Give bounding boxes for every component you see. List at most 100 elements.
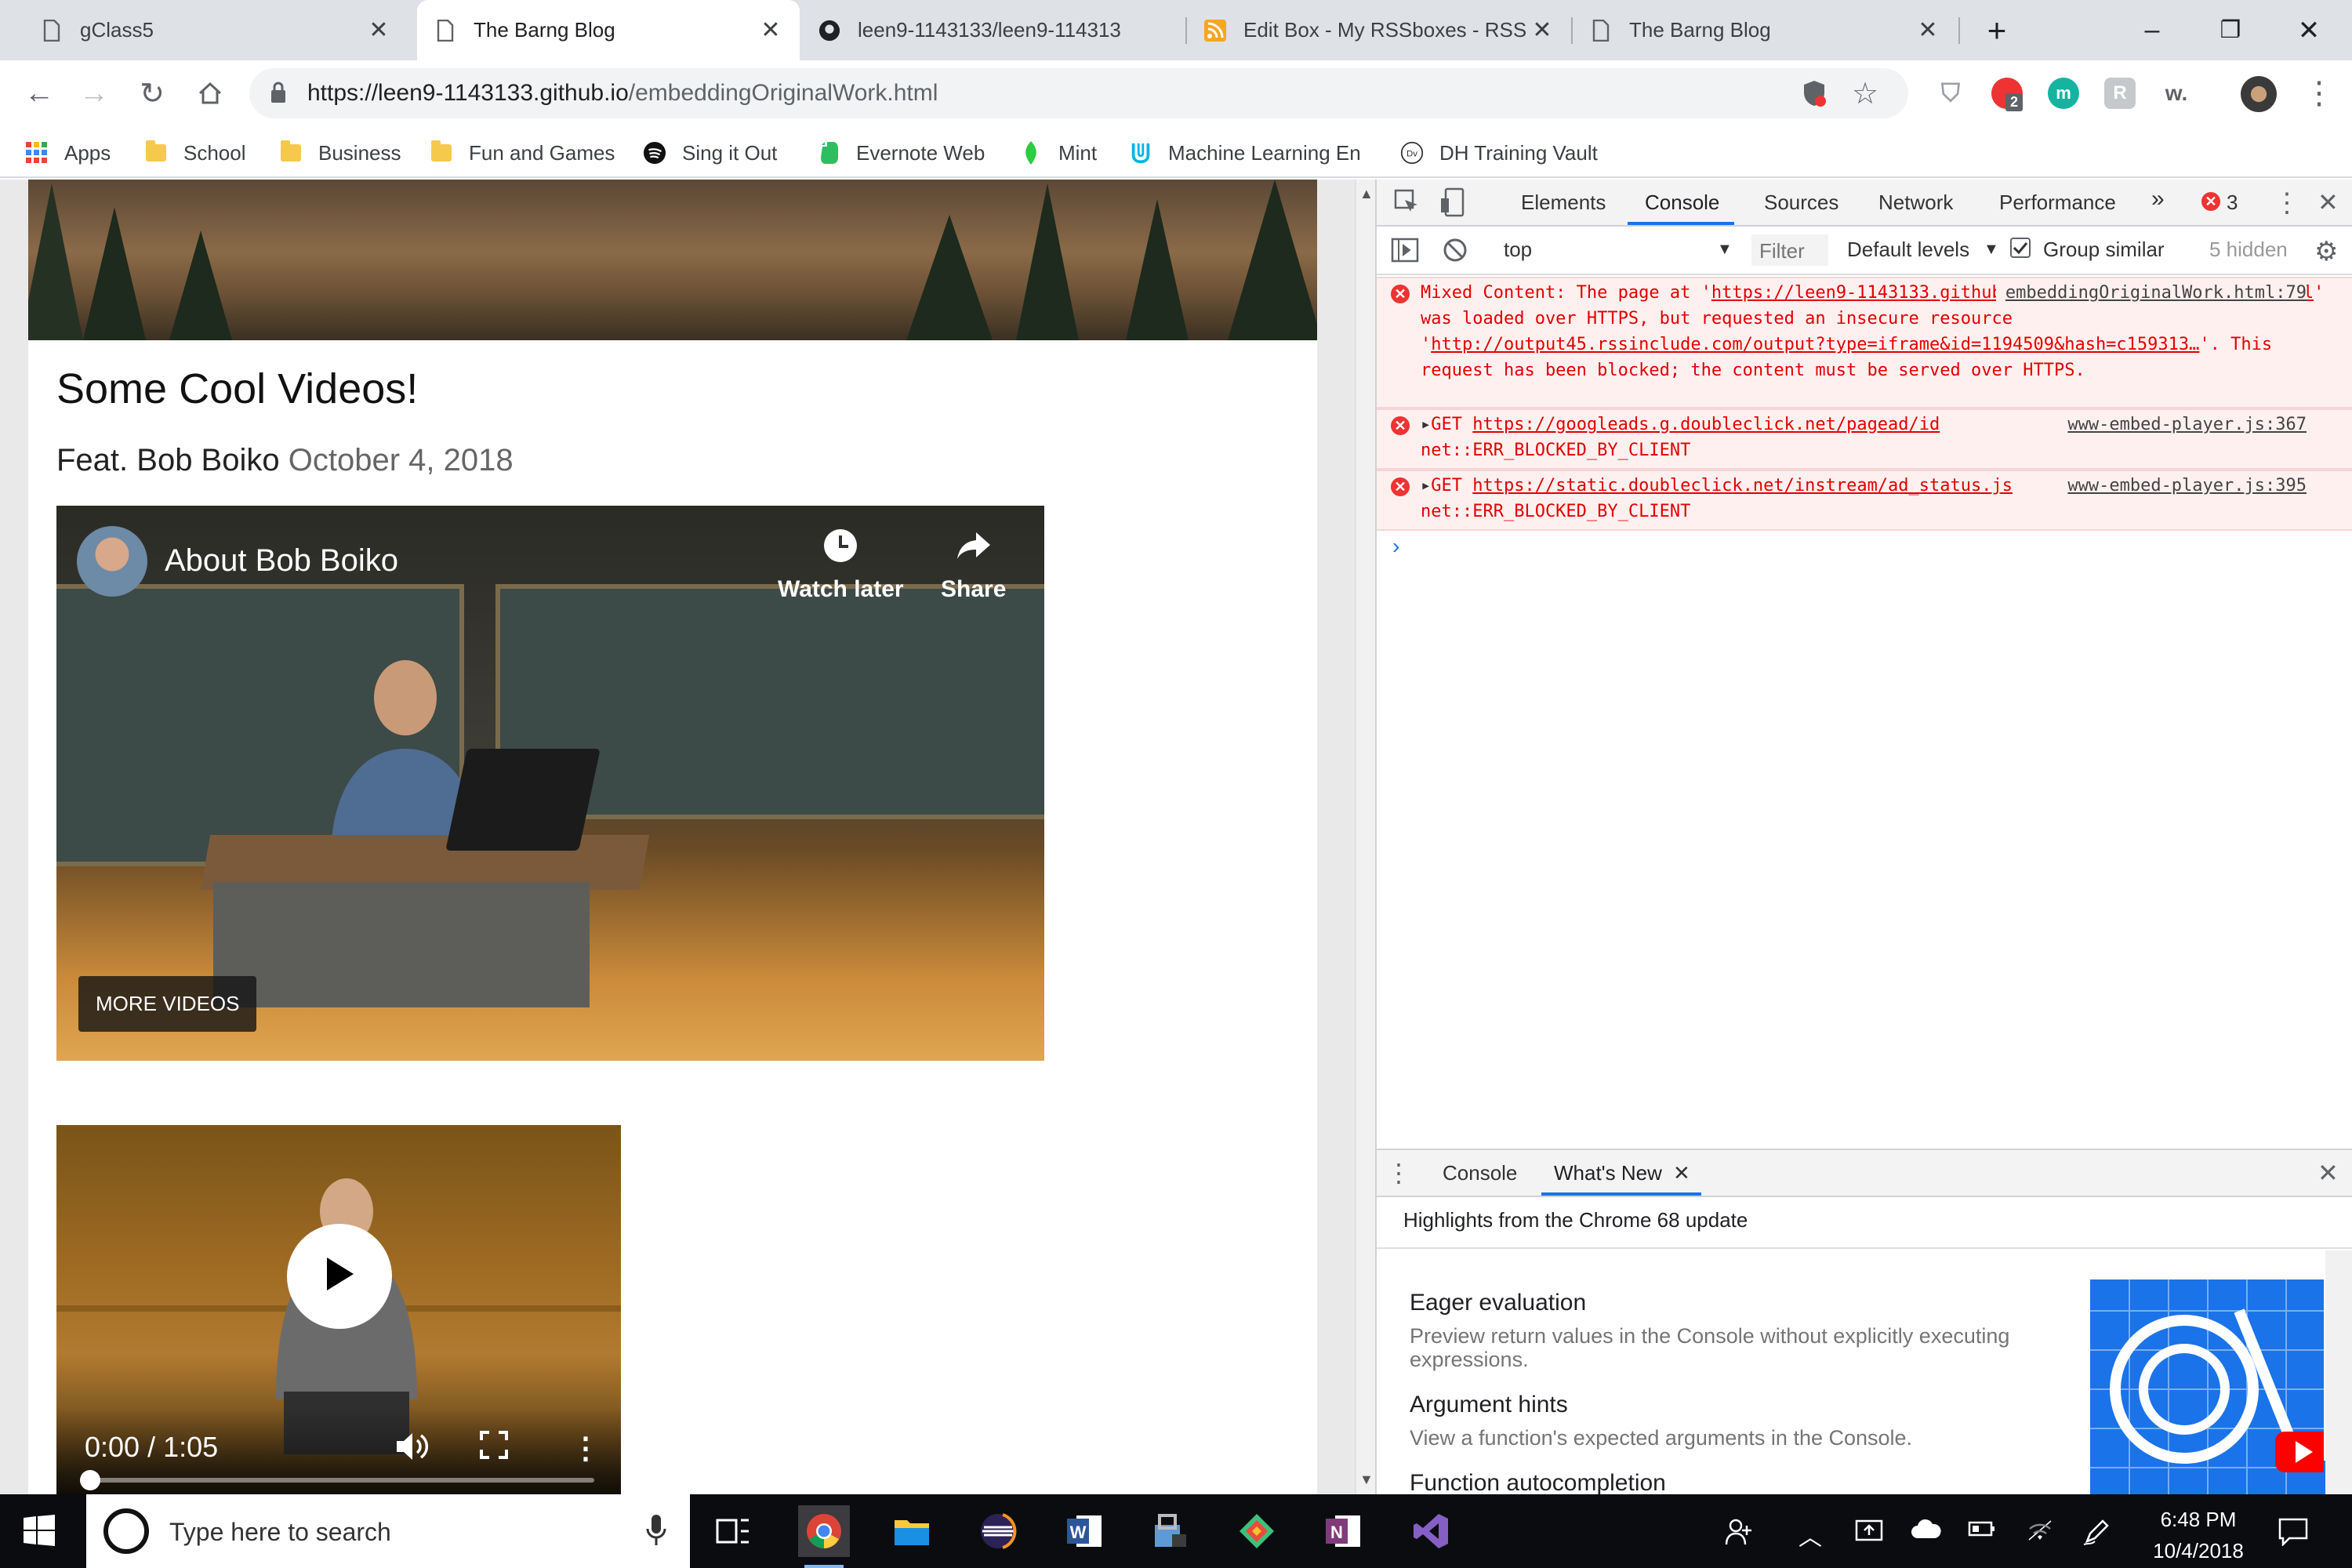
back-arrow-icon[interactable]: ← [17,71,61,115]
tab-barng-blog-active[interactable]: The Barng Blog ✕ [417,0,800,60]
scroll-down-icon[interactable]: ▼ [1359,1472,1374,1488]
bookmark-fun-and-games[interactable]: Fun and Games [430,137,615,169]
bookmark-star-icon[interactable]: ☆ [1852,76,1878,111]
restore-button[interactable]: ❐ [2195,0,2266,60]
devtools-tab-console[interactable]: Console [1645,191,1719,215]
avatar[interactable] [2241,76,2277,112]
context-selector[interactable]: top [1504,238,1532,262]
cortana-icon[interactable] [102,1507,151,1561]
log-levels-dropdown[interactable]: Default levels [1847,238,1969,262]
shield-extension-icon[interactable]: ⛉ [1935,78,1966,109]
chrome-taskbar-icon[interactable] [798,1505,850,1568]
watch-later-button[interactable]: Watch later [778,528,904,603]
settings-gear-icon[interactable]: ⚙ [2314,236,2338,267]
chevron-up-icon[interactable]: ︿ [1798,1518,1822,1552]
devtools-tab-network[interactable]: Network [1878,191,1953,215]
onenote-icon[interactable]: N [1317,1505,1369,1557]
source-link[interactable]: www-embed-player.js:395 [2058,473,2307,499]
taskbar-search[interactable]: Type here to search [86,1494,690,1568]
notification-center-icon[interactable] [2278,1518,2308,1552]
fullscreen-icon[interactable] [480,1431,508,1467]
error-count[interactable]: 3 [2227,191,2238,215]
tab-rssboxes[interactable]: Edit Box - My RSSboxes - RSS ✕ [1187,0,1571,60]
taskbar-clock[interactable]: 6:48 PM 10/4/2018 [2120,1504,2277,1566]
feature-title[interactable]: Argument hints [1410,1392,1568,1418]
more-videos-button[interactable]: MORE VIDEOS [78,976,257,1032]
people-icon[interactable] [1725,1518,1755,1552]
drawer-tab-console[interactable]: Console [1443,1161,1517,1185]
chevron-down-icon[interactable]: ▼ [1984,241,1999,259]
windows-start-icon[interactable] [24,1515,55,1552]
snipping-lock-icon[interactable] [1145,1505,1196,1557]
new-tab-button[interactable]: + [1962,0,2032,60]
address-bar[interactable]: https://leen9-1143133.github.io/embeddin… [249,68,1908,118]
eclipse-icon[interactable] [972,1505,1024,1557]
drawer-menu-kebab-icon[interactable]: ⋮ [1386,1158,1411,1188]
reload-icon[interactable]: ↻ [130,71,174,115]
gitkraken-icon[interactable] [1231,1505,1283,1557]
video-player[interactable]: 0:00 / 1:05 ⋮ [56,1125,621,1494]
device-toolbar-icon[interactable] [1439,187,1466,223]
video-title[interactable]: About Bob Boiko [165,543,398,579]
devtools-tab-sources[interactable]: Sources [1764,191,1838,215]
progress-thumb[interactable] [80,1470,100,1490]
task-view-icon[interactable] [707,1505,759,1557]
close-icon[interactable]: ✕ [759,16,782,44]
chevron-down-icon[interactable]: ▼ [1717,241,1733,259]
source-link[interactable]: www-embed-player.js:367 [2058,412,2307,437]
file-explorer-icon[interactable] [886,1505,938,1557]
console-filter-input[interactable]: Filter [1751,234,1828,266]
drawer-scrollbar[interactable] [2325,1250,2352,1496]
close-icon[interactable]: ✕ [1673,1161,1690,1185]
devtools-menu-kebab-icon[interactable]: ⋮ [2274,187,2300,219]
close-icon[interactable]: ✕ [1530,16,1554,44]
channel-avatar[interactable] [77,526,147,597]
message-text[interactable]: ▸GET https://static.doubleclick.net/inst… [1421,473,2016,524]
tab-github[interactable]: leen9-1143133/leen9-114313 [801,0,1185,60]
pen-ink-icon[interactable] [2082,1518,2111,1552]
volume-icon[interactable] [395,1431,430,1470]
bookmark-sing-it-out[interactable]: Sing it Out [643,137,777,169]
tab-barng-blog-2[interactable]: The Barng Blog ✕ [1573,0,1957,60]
sidebar-toggle-icon[interactable] [1391,238,1419,269]
close-devtools-icon[interactable]: ✕ [2318,187,2339,217]
more-tabs-chevron-icon[interactable]: » [2151,186,2165,212]
feature-title[interactable]: Eager evaluation [1410,1290,1586,1316]
bookmark-evernote[interactable]: Evernote Web [817,137,985,169]
bookmark-dh-training-vault[interactable]: Dv DH Training Vault [1400,137,1598,169]
blocked-shield-icon[interactable] [1802,79,1827,113]
bookmark-apps[interactable]: Apps [25,137,111,169]
close-drawer-icon[interactable]: ✕ [2318,1158,2339,1188]
home-icon[interactable] [188,71,232,115]
microphone-icon[interactable] [646,1513,666,1553]
extension-red-icon[interactable]: 2 [1991,78,2024,111]
error-icon[interactable]: ✕ [2201,192,2220,211]
group-similar-checkbox[interactable] [2010,238,2031,263]
clear-console-icon[interactable] [1443,238,1468,269]
close-icon[interactable]: ✕ [367,16,390,44]
word-icon[interactable]: W [1058,1505,1110,1557]
drawer-tab-whats-new[interactable]: What's New [1554,1161,1662,1185]
wikiwand-icon[interactable]: w. [2161,78,2192,109]
scroll-up-icon[interactable]: ▲ [1359,186,1374,202]
devtools-tab-elements[interactable]: Elements [1521,191,1606,215]
bookmark-school[interactable]: School [144,137,246,169]
devtools-tab-performance[interactable]: Performance [1999,191,2116,215]
play-button[interactable] [287,1224,392,1329]
console-prompt-icon[interactable]: › [1392,534,1399,559]
visual-studio-icon[interactable] [1405,1505,1457,1557]
bookmark-business[interactable]: Business [279,137,401,169]
battery-icon[interactable] [1968,1518,1996,1544]
youtube-embed[interactable]: About Bob Boiko Watch later Share MORE V… [56,506,1044,1061]
insecure-resource-link[interactable]: http://output45.rssinclude.com/output?ty… [1431,335,2199,354]
feature-title[interactable]: Function autocompletion [1410,1470,1666,1497]
source-link[interactable]: embeddingOriginalWork.html:79 [1995,280,2307,306]
page-scrollbar[interactable]: ▲ ▼ [1355,180,1375,1494]
onedrive-cloud-icon[interactable] [1910,1518,1941,1546]
inspect-element-icon[interactable] [1394,189,1421,222]
bookmark-machine-learning[interactable]: Machine Learning En [1129,137,1361,169]
menu-kebab-icon[interactable]: ⋮ [2297,71,2341,115]
close-window-button[interactable]: ✕ [2274,0,2344,60]
bookmark-mint[interactable]: Mint [1019,137,1097,169]
wifi-icon[interactable] [2026,1518,2054,1549]
